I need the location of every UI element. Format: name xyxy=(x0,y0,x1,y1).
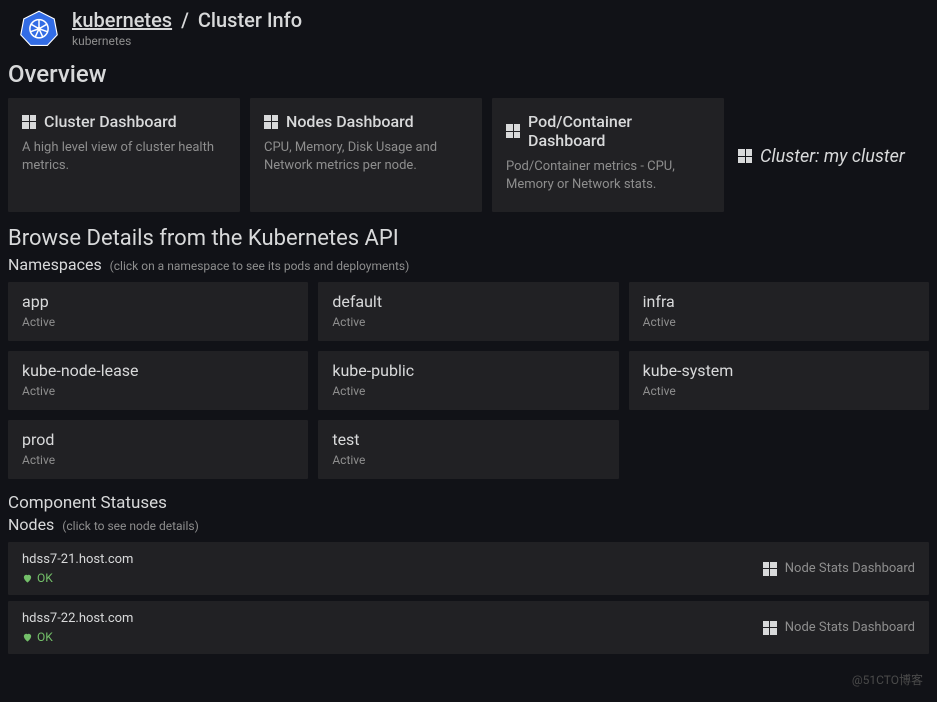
namespace-card-default[interactable]: default Active xyxy=(318,282,618,341)
cluster-name-text: Cluster: my cluster xyxy=(760,146,905,167)
breadcrumb-sub: kubernetes xyxy=(72,34,302,48)
breadcrumb-separator: / xyxy=(181,8,189,32)
node-stats-label: Node Stats Dashboard xyxy=(785,620,915,635)
card-title-text: Cluster Dashboard xyxy=(44,112,177,131)
dashboard-icon xyxy=(763,562,777,576)
namespace-card-kube-node-lease[interactable]: kube-node-lease Active xyxy=(8,351,308,410)
namespace-status: Active xyxy=(332,315,604,329)
dashboard-icon xyxy=(22,115,36,129)
node-row[interactable]: hdss7-22.host.com OK Node Stats Dashboar… xyxy=(8,601,929,654)
namespace-name: prod xyxy=(22,430,294,449)
namespace-card-kube-system[interactable]: kube-system Active xyxy=(629,351,929,410)
dashboard-icon xyxy=(763,621,777,635)
namespace-name: infra xyxy=(643,292,915,311)
breadcrumb: kubernetes / Cluster Info xyxy=(72,8,302,32)
overview-title: Overview xyxy=(0,58,937,98)
browse-title: Browse Details from the Kubernetes API xyxy=(0,226,937,253)
heart-icon xyxy=(22,573,33,584)
namespace-status: Active xyxy=(332,384,604,398)
namespace-status: Active xyxy=(643,384,915,398)
namespace-card-prod[interactable]: prod Active xyxy=(8,420,308,479)
namespace-name: default xyxy=(332,292,604,311)
overview-cards-row: Cluster Dashboard A high level view of c… xyxy=(0,98,937,226)
namespace-status: Active xyxy=(22,453,294,467)
nodes-hint: (click to see node details) xyxy=(62,519,198,533)
namespace-card-app[interactable]: app Active xyxy=(8,282,308,341)
node-status: OK xyxy=(22,630,133,644)
node-status-text: OK xyxy=(37,630,53,644)
node-name: hdss7-21.host.com xyxy=(22,552,133,567)
heart-icon xyxy=(22,632,33,643)
nodes-list: hdss7-21.host.com OK Node Stats Dashboar… xyxy=(0,542,937,654)
card-description: CPU, Memory, Disk Usage and Network metr… xyxy=(264,139,468,175)
dashboard-icon xyxy=(264,115,278,129)
namespaces-heading: Namespaces (click on a namespace to see … xyxy=(0,253,937,282)
namespace-name: kube-public xyxy=(332,361,604,380)
breadcrumb-root-link[interactable]: kubernetes xyxy=(72,8,172,32)
pod-container-dashboard-card[interactable]: Pod/Container Dashboard Pod/Container me… xyxy=(492,98,724,212)
card-title-text: Pod/Container Dashboard xyxy=(528,112,710,150)
dashboard-icon xyxy=(506,124,520,138)
namespace-status: Active xyxy=(22,315,294,329)
node-status-text: OK xyxy=(37,571,53,585)
dashboard-icon xyxy=(738,149,752,163)
cluster-label: Cluster: my cluster xyxy=(738,98,905,212)
nodes-dashboard-card[interactable]: Nodes Dashboard CPU, Memory, Disk Usage … xyxy=(250,98,482,212)
node-row[interactable]: hdss7-21.host.com OK Node Stats Dashboar… xyxy=(8,542,929,595)
node-status: OK xyxy=(22,571,133,585)
namespace-card-kube-public[interactable]: kube-public Active xyxy=(318,351,618,410)
namespaces-hint: (click on a namespace to see its pods an… xyxy=(110,259,410,273)
node-stats-link[interactable]: Node Stats Dashboard xyxy=(763,561,915,576)
kubernetes-logo-icon xyxy=(20,9,58,47)
namespace-status: Active xyxy=(332,453,604,467)
watermark-text: @51CTO博客 xyxy=(852,671,923,688)
card-title-text: Nodes Dashboard xyxy=(286,112,414,131)
namespaces-label: Namespaces xyxy=(8,255,102,274)
namespaces-grid: app Active default Active infra Active k… xyxy=(0,282,937,493)
namespace-card-infra[interactable]: infra Active xyxy=(629,282,929,341)
page-header: kubernetes / Cluster Info kubernetes xyxy=(0,0,937,58)
card-description: A high level view of cluster health metr… xyxy=(22,139,226,175)
node-stats-label: Node Stats Dashboard xyxy=(785,561,915,576)
namespace-status: Active xyxy=(643,315,915,329)
breadcrumb-page: Cluster Info xyxy=(198,8,302,32)
node-stats-link[interactable]: Node Stats Dashboard xyxy=(763,620,915,635)
nodes-heading: Nodes (click to see node details) xyxy=(0,513,937,542)
component-statuses-title: Component Statuses xyxy=(0,493,937,513)
namespace-name: kube-node-lease xyxy=(22,361,294,380)
namespace-status: Active xyxy=(22,384,294,398)
node-name: hdss7-22.host.com xyxy=(22,611,133,626)
namespace-card-test[interactable]: test Active xyxy=(318,420,618,479)
card-description: Pod/Container metrics - CPU, Memory or N… xyxy=(506,158,710,194)
namespace-name: test xyxy=(332,430,604,449)
namespace-name: kube-system xyxy=(643,361,915,380)
nodes-label: Nodes xyxy=(8,515,54,534)
cluster-dashboard-card[interactable]: Cluster Dashboard A high level view of c… xyxy=(8,98,240,212)
namespace-name: app xyxy=(22,292,294,311)
